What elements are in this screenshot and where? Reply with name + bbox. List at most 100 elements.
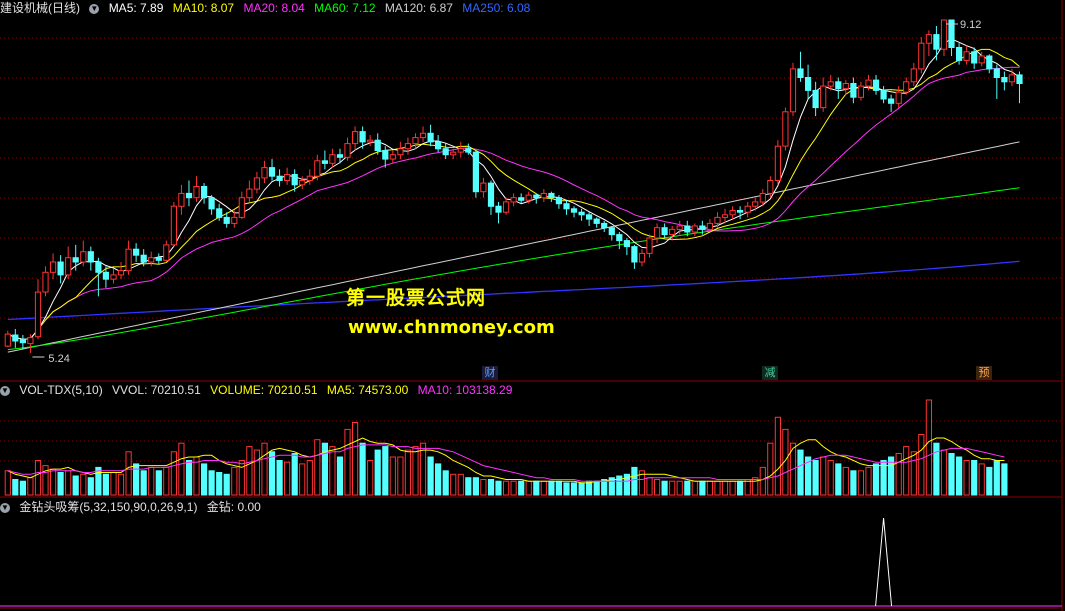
candle	[231, 216, 238, 224]
candle	[797, 68, 804, 79]
volume-bar	[352, 422, 359, 496]
candle	[450, 151, 457, 156]
volume-bar	[555, 480, 562, 496]
volume-bar	[827, 460, 834, 496]
volume-bar	[276, 460, 283, 496]
volume-bar	[170, 451, 178, 496]
watermark-url: www.chnmoney.com	[348, 317, 555, 338]
volume-bar	[412, 446, 419, 496]
volume-bar	[533, 480, 540, 496]
event-marker-financial[interactable]: 财	[482, 366, 498, 380]
candle	[903, 81, 910, 93]
volume-bar	[744, 479, 751, 496]
volume-bar	[299, 463, 306, 496]
candle	[880, 89, 887, 100]
volume-bar	[495, 480, 502, 496]
candle	[578, 211, 585, 216]
volume-bar	[480, 479, 487, 496]
candle	[661, 227, 668, 236]
candle	[714, 216, 721, 224]
candle	[978, 55, 985, 64]
volume-bar	[314, 439, 321, 496]
volume-bar	[971, 460, 978, 496]
candle	[314, 160, 321, 177]
candle	[125, 248, 132, 272]
candle	[767, 180, 774, 194]
volume-bar	[178, 442, 185, 496]
candle	[276, 175, 283, 181]
candle	[895, 91, 902, 104]
volume-bar	[729, 480, 736, 496]
candle	[306, 175, 313, 181]
volume-bar	[986, 466, 993, 496]
volume-bar	[359, 442, 366, 496]
volume-bar	[699, 480, 706, 496]
volume-bar	[669, 480, 676, 496]
candle	[27, 337, 34, 345]
candle	[238, 197, 245, 218]
candle	[472, 151, 479, 193]
volume-bar	[389, 456, 396, 496]
volume-bar	[918, 434, 925, 496]
candle	[389, 154, 396, 160]
volume-bar	[201, 463, 208, 496]
candle	[57, 261, 64, 276]
candle	[382, 150, 389, 160]
candle	[608, 227, 615, 236]
volume-bar	[510, 480, 517, 496]
candle	[835, 81, 842, 90]
candle	[223, 216, 230, 224]
candle	[178, 192, 185, 207]
candle	[42, 271, 49, 293]
volume-bar	[503, 480, 510, 496]
volume-bar	[850, 470, 857, 496]
volume-bar	[238, 460, 245, 496]
candle	[729, 210, 736, 216]
chart-canvas[interactable]: 9.12 5.24	[0, 0, 1065, 611]
volume-bar	[578, 482, 585, 496]
volume-bar	[721, 480, 729, 496]
indicator-signal-spike	[875, 517, 893, 607]
volume-bar	[525, 480, 532, 496]
volume-bar	[654, 479, 661, 496]
candle	[699, 225, 706, 230]
volume-bar	[261, 442, 268, 496]
volume-bar	[691, 480, 698, 496]
candle	[993, 68, 1000, 79]
candle	[117, 270, 125, 276]
candle	[148, 257, 155, 263]
volume-bar	[253, 449, 261, 496]
volume-bar	[518, 480, 525, 496]
volume-bar	[268, 451, 276, 496]
candle	[540, 192, 547, 199]
event-marker-forecast[interactable]: 预	[976, 366, 992, 380]
ma250-line	[7, 260, 1020, 321]
candle	[404, 143, 411, 150]
candle	[102, 271, 110, 280]
candle	[193, 186, 200, 199]
candle	[65, 257, 72, 276]
volume-bar	[216, 472, 223, 496]
candle	[140, 254, 147, 263]
event-marker-reduce[interactable]: 减	[762, 366, 778, 380]
candle	[110, 274, 117, 280]
volume-bar	[940, 449, 948, 496]
volume-bar	[593, 480, 600, 496]
volume-bar	[57, 472, 64, 496]
volume-bar	[759, 466, 766, 496]
candle	[1001, 77, 1008, 83]
candle	[518, 197, 525, 201]
candle	[19, 338, 26, 344]
low-price-label: 5.24	[48, 353, 69, 365]
candle	[12, 334, 19, 342]
candle	[789, 68, 797, 113]
candle	[352, 131, 359, 145]
candle	[986, 55, 993, 70]
volume-bar	[442, 470, 449, 496]
volume-bar	[563, 482, 570, 496]
volume-bar	[34, 460, 42, 496]
volume-bar	[329, 446, 336, 496]
volume-bar	[404, 449, 411, 496]
candle	[427, 132, 434, 143]
volume-bar	[737, 480, 744, 496]
